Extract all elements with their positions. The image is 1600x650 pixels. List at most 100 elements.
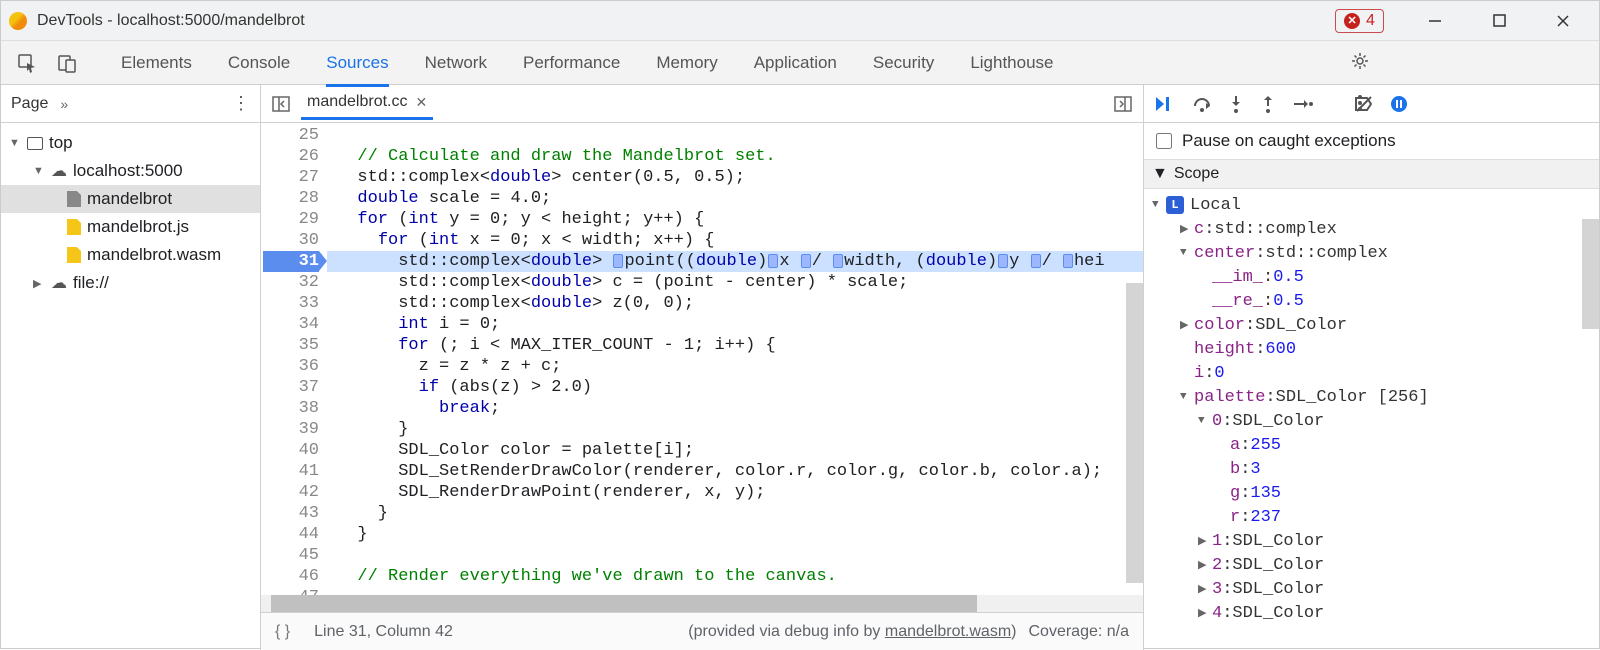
code-body[interactable]: // Calculate and draw the Mandelbrot set… bbox=[327, 123, 1143, 595]
code-line[interactable]: int i = 0; bbox=[327, 314, 1143, 335]
inspect-element-icon[interactable] bbox=[13, 49, 41, 77]
code-line[interactable]: SDL_Color color = palette[i]; bbox=[327, 440, 1143, 461]
line-number[interactable]: 26 bbox=[263, 146, 319, 167]
scope-variable-row[interactable]: ▶c: std::complex bbox=[1144, 217, 1599, 241]
scope-variable-row[interactable]: r: 237 bbox=[1144, 505, 1599, 529]
line-number[interactable]: 29 bbox=[263, 209, 319, 230]
tree-file-mandelbrot[interactable]: mandelbrot bbox=[1, 185, 260, 213]
tab-security[interactable]: Security bbox=[873, 45, 934, 81]
line-number[interactable]: 36 bbox=[263, 356, 319, 377]
device-toolbar-icon[interactable] bbox=[53, 49, 81, 77]
scope-variable-row[interactable]: ▶color: SDL_Color bbox=[1144, 313, 1599, 337]
vertical-scrollbar[interactable] bbox=[1582, 219, 1599, 329]
scope-local-header[interactable]: ▼ L Local bbox=[1144, 193, 1599, 217]
line-number[interactable]: 30 bbox=[263, 230, 319, 251]
show-debugger-icon[interactable] bbox=[1113, 94, 1133, 114]
code-line[interactable]: break; bbox=[327, 398, 1143, 419]
line-number[interactable]: 39 bbox=[263, 419, 319, 440]
scope-variable-row[interactable]: ▶3: SDL_Color bbox=[1144, 577, 1599, 601]
tree-host[interactable]: ▼ ☁ localhost:5000 bbox=[1, 157, 260, 185]
scope-variable-row[interactable]: ▼palette: SDL_Color [256] bbox=[1144, 385, 1599, 409]
error-count-badge[interactable]: ✕ 4 bbox=[1335, 9, 1384, 33]
code-line[interactable] bbox=[327, 125, 1143, 146]
line-number[interactable]: 34 bbox=[263, 314, 319, 335]
code-line[interactable]: std::complex<double> center(0.5, 0.5); bbox=[327, 167, 1143, 188]
pause-on-caught-checkbox[interactable] bbox=[1156, 133, 1172, 149]
resume-icon[interactable] bbox=[1154, 95, 1176, 113]
code-line[interactable]: double scale = 4.0; bbox=[327, 188, 1143, 209]
scope-section-header[interactable]: ▼ Scope bbox=[1144, 159, 1599, 189]
show-navigator-icon[interactable] bbox=[271, 94, 291, 114]
settings-gear-icon[interactable] bbox=[1346, 47, 1374, 75]
code-line[interactable]: // Calculate and draw the Mandelbrot set… bbox=[327, 146, 1143, 167]
scope-variable-row[interactable]: ▶1: SDL_Color bbox=[1144, 529, 1599, 553]
line-number[interactable]: 35 bbox=[263, 335, 319, 356]
line-number[interactable]: 47 bbox=[263, 587, 319, 595]
tab-console[interactable]: Console bbox=[228, 45, 290, 81]
scope-variable-row[interactable]: height: 600 bbox=[1144, 337, 1599, 361]
code-line[interactable]: z = z * z + c; bbox=[327, 356, 1143, 377]
line-number[interactable]: 25 bbox=[263, 125, 319, 146]
code-line[interactable]: std::complex<double> z(0, 0); bbox=[327, 293, 1143, 314]
line-number[interactable]: 28 bbox=[263, 188, 319, 209]
scope-variable-row[interactable]: b: 3 bbox=[1144, 457, 1599, 481]
line-number[interactable]: 43 bbox=[263, 503, 319, 524]
line-number[interactable]: 45 bbox=[263, 545, 319, 566]
tab-performance[interactable]: Performance bbox=[523, 45, 620, 81]
vertical-scrollbar[interactable] bbox=[1126, 283, 1143, 583]
line-number[interactable]: 33 bbox=[263, 293, 319, 314]
close-tab-icon[interactable]: ✕ bbox=[416, 94, 428, 111]
code-line[interactable]: std::complex<double> point((double)x / w… bbox=[327, 251, 1143, 272]
tab-lighthouse[interactable]: Lighthouse bbox=[970, 45, 1053, 81]
step-over-icon[interactable] bbox=[1192, 95, 1212, 113]
tab-sources[interactable]: Sources bbox=[326, 45, 388, 81]
pretty-print-icon[interactable]: { } bbox=[275, 623, 290, 641]
line-number[interactable]: 31 bbox=[263, 251, 319, 272]
code-line[interactable]: SDL_SetRenderDrawColor(renderer, color.r… bbox=[327, 461, 1143, 482]
line-number[interactable]: 41 bbox=[263, 461, 319, 482]
line-number[interactable]: 42 bbox=[263, 482, 319, 503]
code-line[interactable] bbox=[327, 587, 1143, 595]
code-line[interactable] bbox=[327, 545, 1143, 566]
step-out-icon[interactable] bbox=[1260, 94, 1276, 114]
line-number[interactable]: 27 bbox=[263, 167, 319, 188]
code-line[interactable]: } bbox=[327, 524, 1143, 545]
code-line[interactable]: for (int y = 0; y < height; y++) { bbox=[327, 209, 1143, 230]
line-number[interactable]: 37 bbox=[263, 377, 319, 398]
line-number[interactable]: 44 bbox=[263, 524, 319, 545]
scope-variable-row[interactable]: ▼center: std::complex bbox=[1144, 241, 1599, 265]
code-line[interactable]: for (int x = 0; x < width; x++) { bbox=[327, 230, 1143, 251]
code-line[interactable]: SDL_RenderDrawPoint(renderer, x, y); bbox=[327, 482, 1143, 503]
scope-variable-row[interactable]: __im_: 0.5 bbox=[1144, 265, 1599, 289]
tree-file-scheme[interactable]: ▶ ☁ file:// bbox=[1, 269, 260, 297]
line-number[interactable]: 40 bbox=[263, 440, 319, 461]
code-line[interactable]: // Render everything we've drawn to the … bbox=[327, 566, 1143, 587]
code-line[interactable]: } bbox=[327, 419, 1143, 440]
tree-file-mandelbrot-js[interactable]: mandelbrot.js bbox=[1, 213, 260, 241]
scope-variable-row[interactable]: ▶2: SDL_Color bbox=[1144, 553, 1599, 577]
debug-info-link[interactable]: mandelbrot.wasm bbox=[885, 623, 1011, 640]
step-into-icon[interactable] bbox=[1228, 94, 1244, 114]
scope-variable-row[interactable]: i: 0 bbox=[1144, 361, 1599, 385]
tab-memory[interactable]: Memory bbox=[656, 45, 717, 81]
navigator-menu-icon[interactable]: ⋮ bbox=[232, 93, 250, 114]
deactivate-breakpoints-icon[interactable] bbox=[1354, 95, 1374, 113]
line-number[interactable]: 46 bbox=[263, 566, 319, 587]
pause-on-caught-row[interactable]: Pause on caught exceptions bbox=[1144, 123, 1599, 159]
line-number[interactable]: 32 bbox=[263, 272, 319, 293]
tab-application[interactable]: Application bbox=[754, 45, 837, 81]
tree-file-mandelbrot-wasm[interactable]: mandelbrot.wasm bbox=[1, 241, 260, 269]
scope-variable-row[interactable]: ▶4: SDL_Color bbox=[1144, 601, 1599, 625]
code-line[interactable]: for (; i < MAX_ITER_COUNT - 1; i++) { bbox=[327, 335, 1143, 356]
step-icon[interactable] bbox=[1292, 96, 1314, 112]
scope-variable-row[interactable]: a: 255 bbox=[1144, 433, 1599, 457]
pause-on-exceptions-icon[interactable] bbox=[1390, 95, 1408, 113]
file-tab-mandelbrot-cc[interactable]: mandelbrot.cc ✕ bbox=[301, 87, 433, 120]
scope-variable-row[interactable]: ▼0: SDL_Color bbox=[1144, 409, 1599, 433]
horizontal-scrollbar[interactable] bbox=[261, 595, 1143, 612]
more-tabs-icon[interactable]: » bbox=[60, 96, 68, 112]
code-line[interactable]: } bbox=[327, 503, 1143, 524]
scope-variable-row[interactable]: g: 135 bbox=[1144, 481, 1599, 505]
page-tab-label[interactable]: Page bbox=[11, 95, 48, 113]
tab-elements[interactable]: Elements bbox=[121, 45, 192, 81]
